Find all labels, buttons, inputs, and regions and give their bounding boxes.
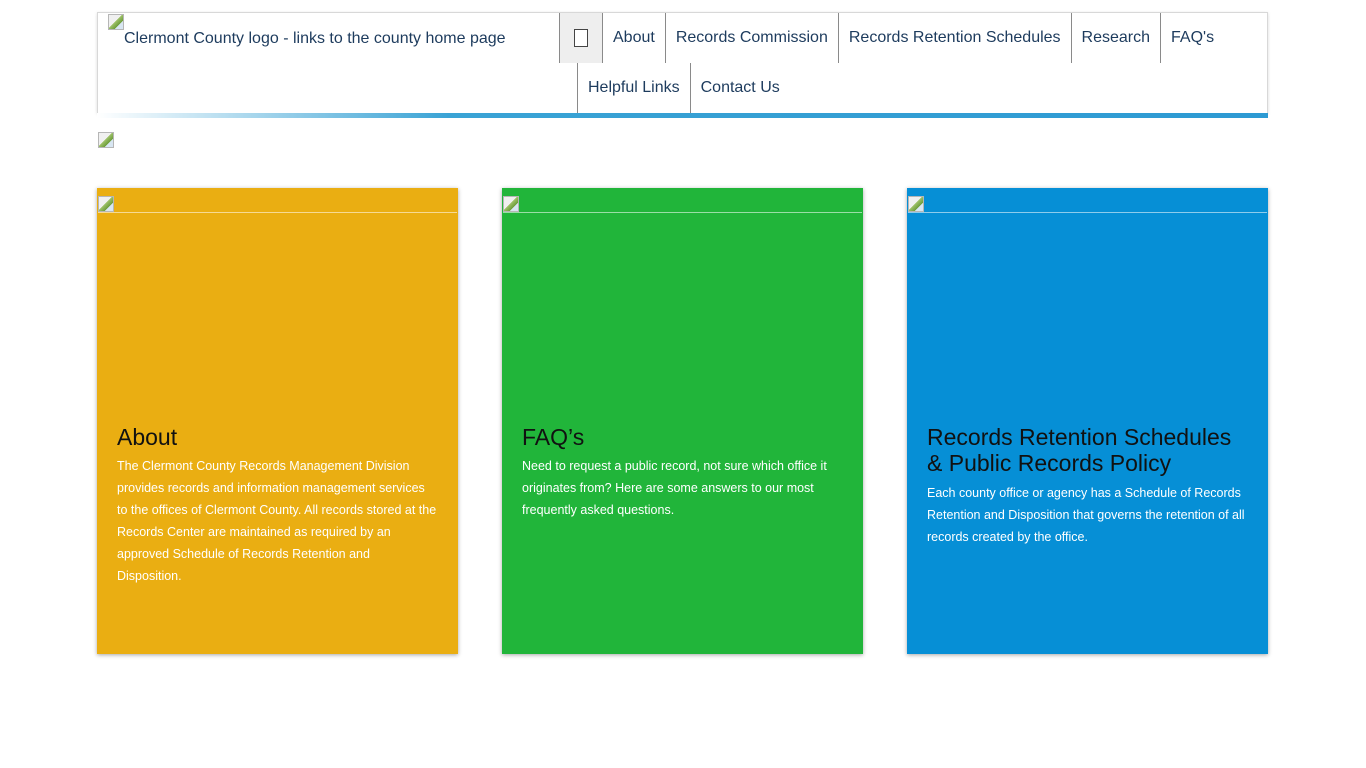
card-description: The Clermont County Records Management D… — [117, 459, 437, 583]
card-title: About — [117, 424, 178, 450]
card-faqs[interactable]: FAQ’s Need to request a public record, n… — [502, 188, 863, 654]
nav-item-about[interactable]: About — [602, 13, 665, 63]
main-nav-row-1: About Records Commission Records Retenti… — [559, 13, 1224, 63]
broken-image-icon — [908, 196, 924, 212]
broken-image-icon — [108, 14, 124, 30]
card-image — [908, 196, 1267, 213]
card-description: Need to request a public record, not sur… — [522, 459, 827, 517]
site-header: Clermont County logo - links to the coun… — [97, 12, 1268, 113]
card-description: Each county office or agency has a Sched… — [927, 486, 1245, 544]
card-records-retention[interactable]: Records Retention Schedules & Public Rec… — [907, 188, 1268, 654]
nav-toggle-button[interactable] — [559, 13, 602, 63]
nav-item-faqs[interactable]: FAQ's — [1160, 13, 1224, 63]
broken-image-icon — [503, 196, 519, 212]
card-title: Records Retention Schedules & Public Rec… — [927, 424, 1232, 476]
logo-alt-text: Clermont County logo - links to the coun… — [124, 30, 506, 47]
page: Clermont County logo - links to the coun… — [0, 0, 1366, 768]
card-image — [98, 196, 457, 213]
broken-image-icon — [98, 196, 114, 212]
nav-item-records-commission[interactable]: Records Commission — [664, 13, 838, 63]
nav-item-research[interactable]: Research — [1070, 13, 1160, 63]
broken-image-icon — [98, 132, 114, 148]
checkbox-square-icon — [574, 29, 588, 47]
card-about[interactable]: About The Clermont County Records Manage… — [97, 188, 458, 654]
nav-item-contact-us[interactable]: Contact Us — [689, 63, 790, 113]
card-image — [503, 196, 862, 213]
card-title: FAQ’s — [522, 424, 585, 450]
logo-link[interactable]: Clermont County logo - links to the coun… — [108, 14, 506, 49]
main-nav-row-2: Helpful Links Contact Us — [577, 63, 790, 113]
nav-item-helpful-links[interactable]: Helpful Links — [577, 63, 690, 113]
nav-item-records-retention-schedules[interactable]: Records Retention Schedules — [837, 13, 1071, 63]
header-accent-stripe — [97, 113, 1268, 118]
